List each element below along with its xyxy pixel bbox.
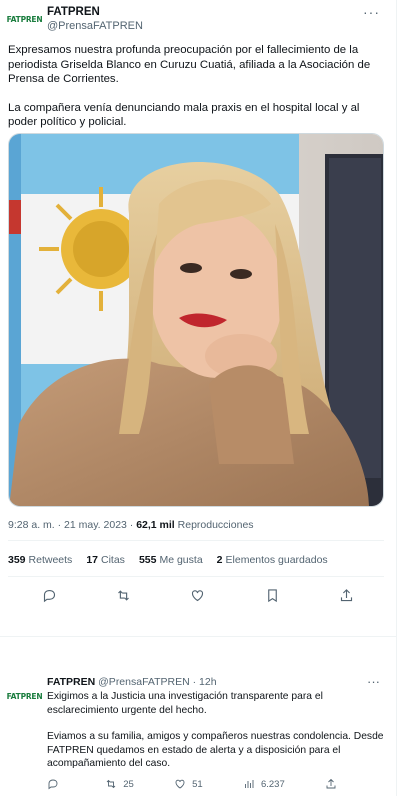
reply-share-button[interactable] <box>325 778 337 790</box>
reply-avatar-logo-text: FATPREN <box>6 692 43 701</box>
retweets-stat[interactable]: 359 Retweets <box>8 554 72 566</box>
reply-text: Exigimos a la Justicia una investigación… <box>47 690 387 784</box>
likes-stat[interactable]: 555 Me gusta <box>139 554 203 566</box>
more-options-icon[interactable]: ··· <box>363 4 380 20</box>
avatar[interactable]: FATPREN <box>6 3 43 36</box>
share-icon <box>326 778 336 789</box>
tweet-paragraph: Expresamos nuestra profunda preocupación… <box>8 44 371 86</box>
tweet-actions <box>0 586 396 604</box>
reply-retweet-count: 25 <box>123 778 134 790</box>
reply-more-options-icon[interactable]: ··· <box>367 674 380 689</box>
reply-handle[interactable]: @PrensaFATPREN · 12h <box>95 676 216 688</box>
retweets-count: 359 <box>8 554 26 566</box>
retweets-label: Retweets <box>28 554 73 566</box>
reply-views-count: 6.237 <box>260 778 285 790</box>
reply-avatar[interactable]: FATPREN <box>6 680 43 713</box>
retweet-icon <box>118 589 129 601</box>
bookmarks-label: Elementos guardados <box>225 554 328 566</box>
quotes-stat[interactable]: 17 Citas <box>86 554 125 566</box>
retweet-button[interactable] <box>112 586 136 604</box>
share-icon <box>341 588 353 601</box>
reply-icon <box>43 589 55 602</box>
tweet-header: FATPREN FATPREN @PrensaFATPREN <box>6 3 143 36</box>
reply-paragraph: Exigimos a la Justicia una investigación… <box>47 691 323 716</box>
tweet-paragraph: La compañera venía denunciando mala prax… <box>8 101 360 129</box>
tweet-text: Expresamos nuestra profunda preocupación… <box>8 43 384 144</box>
bookmark-icon <box>268 588 277 602</box>
divider <box>8 576 384 577</box>
bookmark-button[interactable] <box>260 586 284 604</box>
views-label: Reproducciones <box>174 519 254 531</box>
like-icon <box>192 589 204 601</box>
reply-like-button[interactable]: 51 <box>174 778 203 790</box>
reply-header: FATPREN @PrensaFATPREN · 12h <box>47 675 217 689</box>
reply-actions: 25 51 6.237 <box>47 778 337 790</box>
tweet-stats: 359 Retweets 17 Citas 555 Me gusta 2 Element… <box>8 554 328 566</box>
views-icon <box>245 780 254 788</box>
bookmarks-stat[interactable]: 2 Elementos guardados <box>217 554 328 566</box>
divider <box>8 540 384 541</box>
bookmarks-count: 2 <box>216 554 223 566</box>
photo-illustration <box>9 134 383 506</box>
right-edge-panel <box>396 0 414 796</box>
avatar-logo-text: FATPREN <box>6 15 43 24</box>
like-button[interactable] <box>186 586 210 604</box>
reply-reply-button[interactable] <box>47 778 65 790</box>
reply-like-count: 51 <box>192 778 203 790</box>
likes-count: 555 <box>138 554 157 566</box>
main-tweet: FATPREN FATPREN @PrensaFATPREN ··· Expre… <box>0 0 396 620</box>
like-icon <box>175 779 185 789</box>
quotes-count: 17 <box>86 554 98 566</box>
section-separator <box>0 636 396 666</box>
share-button[interactable] <box>335 586 359 604</box>
retweet-icon <box>106 779 116 789</box>
reply-button[interactable] <box>37 586 61 604</box>
quotes-label: Citas <box>101 554 125 566</box>
views-count: 62,1 mil <box>136 519 175 531</box>
handle[interactable]: @PrensaFATPREN <box>47 19 143 33</box>
author-names: FATPREN @PrensaFATPREN <box>47 5 143 33</box>
reply-icon <box>48 779 58 790</box>
tweet-timestamp: 9:28 a. m. · 21 may. 2023 · 62,1 mil Rep… <box>8 519 254 531</box>
display-name[interactable]: FATPREN <box>47 5 143 19</box>
reply-paragraph: Eviamos a su familia, amigos y compañero… <box>47 731 384 770</box>
timestamp[interactable]: 9:28 a. m. · 21 may. 2023 · <box>8 519 136 531</box>
likes-label: Me gusta <box>159 554 203 566</box>
reply-views-button[interactable]: 6.237 <box>243 778 285 790</box>
reply-tweet[interactable]: FATPREN FATPREN @PrensaFATPREN · 12h ···… <box>0 668 396 796</box>
tweet-photo[interactable] <box>8 133 384 507</box>
reply-display-name[interactable]: FATPREN <box>47 676 95 688</box>
reply-retweet-button[interactable]: 25 <box>105 778 134 790</box>
